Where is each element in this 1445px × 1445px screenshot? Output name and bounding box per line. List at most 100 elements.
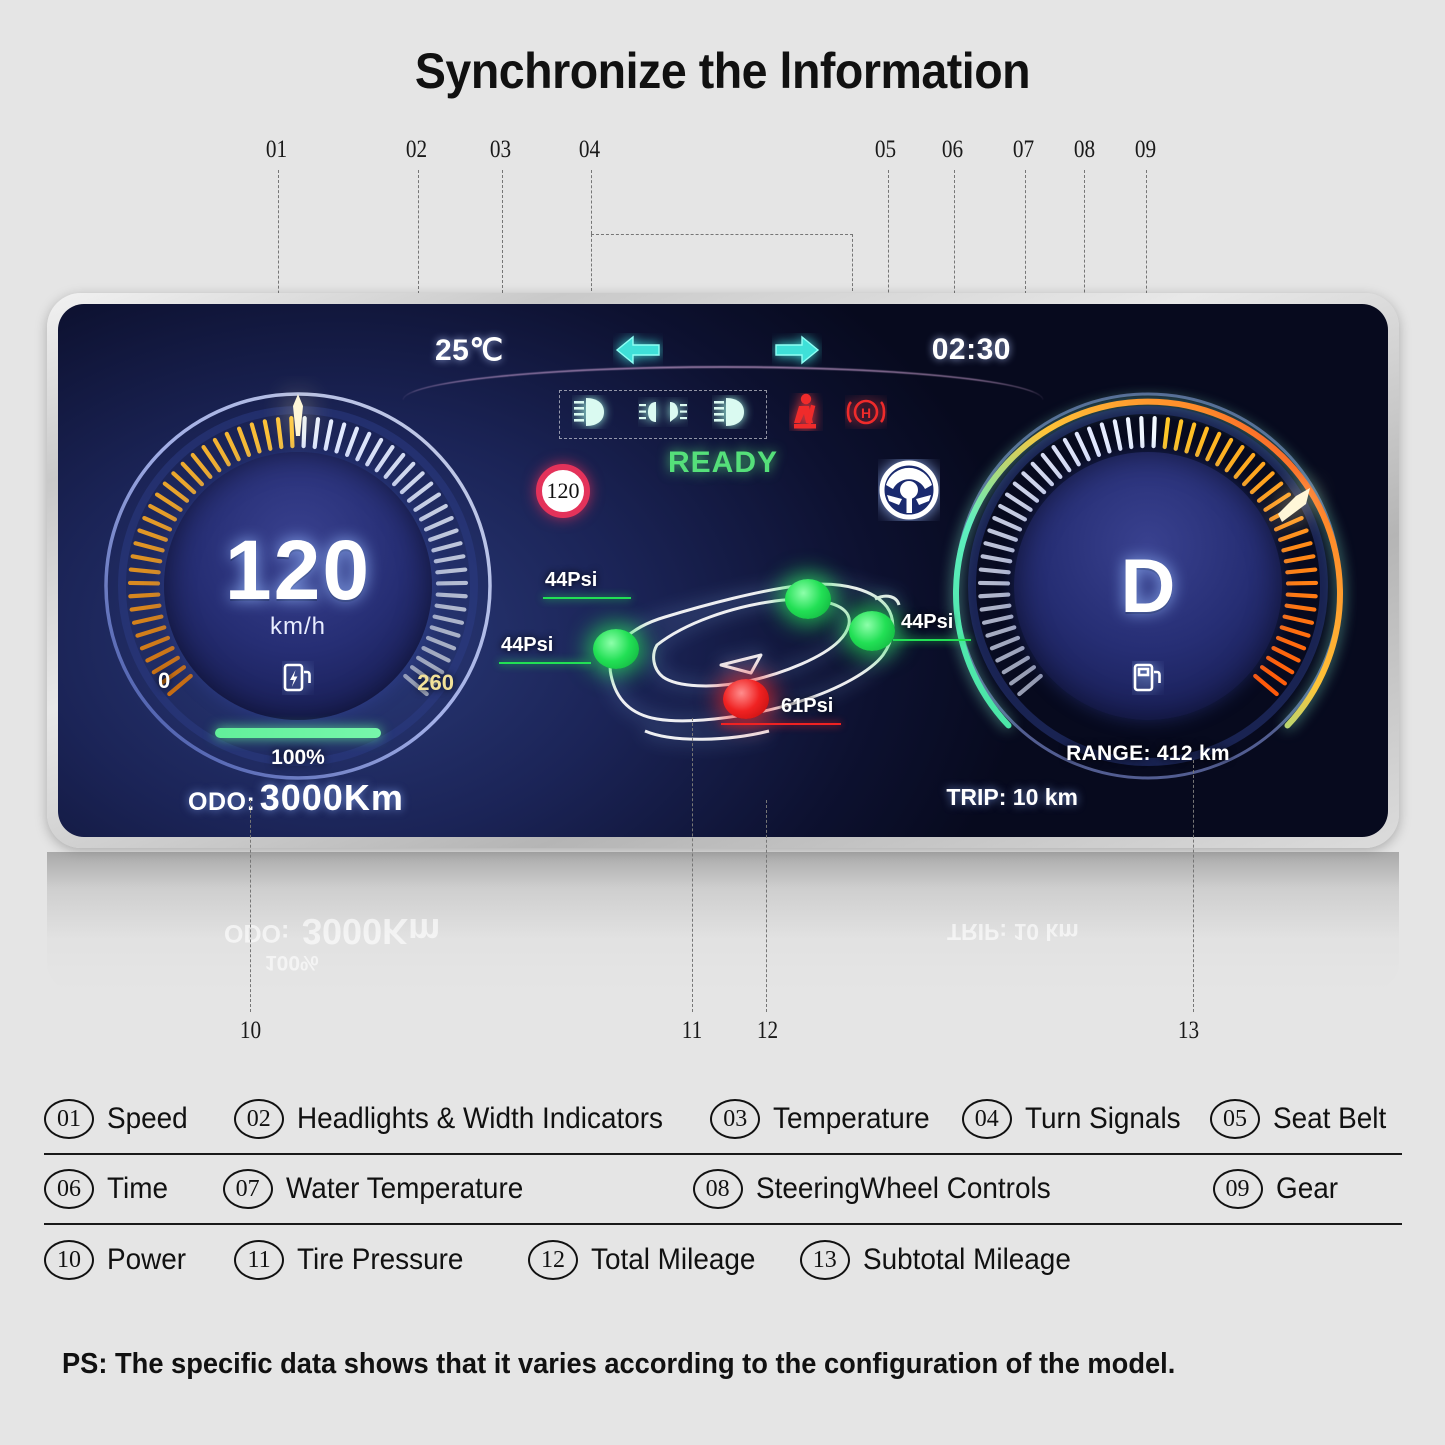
tire-psi-underline-rear-left <box>721 723 841 725</box>
cluster-screen: 25℃ 02:30 H READY 120 120 km/h 0 260 100… <box>58 304 1388 837</box>
legend-label-03: Temperature <box>773 1102 930 1135</box>
legend-item-04: 04 Turn Signals <box>961 1099 1192 1139</box>
legend-badge-08: 08 <box>692 1169 743 1209</box>
legend-badge-11: 11 <box>234 1240 285 1280</box>
parking-brake-icon: H <box>845 395 887 434</box>
callout-13: 13 <box>1177 1017 1200 1044</box>
odometer-value: 3000Km <box>259 777 404 818</box>
speedometer-gauge: 120 km/h 0 260 100% <box>88 376 508 796</box>
leader-line-12 <box>766 800 767 1012</box>
power-percent: 100% <box>271 746 325 769</box>
tire-psi-underline-rear-right <box>893 639 971 641</box>
tire-psi-front-left: 44Psi <box>501 634 554 656</box>
legend-label-01: Speed <box>107 1102 188 1135</box>
ps-footnote: PS: The specific data shows that it vari… <box>62 1348 1176 1380</box>
range-readout: RANGE: 412 km <box>1066 742 1230 765</box>
legend-label-07: Water Temperature <box>285 1172 523 1205</box>
legend-item-10: 10 Power <box>44 1240 192 1280</box>
leader-bracket-04 <box>591 234 853 235</box>
legend-label-09: Gear <box>1275 1172 1338 1205</box>
speed-unit: km/h <box>269 612 326 640</box>
legend-label-02: Headlights & Width Indicators <box>296 1102 663 1135</box>
legend-item-12: 12 Total Mileage <box>527 1240 768 1280</box>
legend-item-13: 13 Subtotal Mileage <box>799 1240 1086 1280</box>
legend-label-11: Tire Pressure <box>297 1243 464 1276</box>
reflection-power-percent: 100% <box>265 951 319 974</box>
tire-pressure-display: 44Psi 44Psi 44Psi 61Psi <box>499 549 971 779</box>
callout-07: 07 <box>1012 136 1035 163</box>
low-beam-headlight-icon <box>572 395 614 434</box>
speed-limit-sign: 120 <box>536 464 590 518</box>
tire-front-left <box>593 629 639 669</box>
leader-line-04 <box>591 170 592 234</box>
tire-rear-left <box>723 679 769 719</box>
callout-02: 02 <box>405 136 428 163</box>
legend-label-12: Total Mileage <box>590 1243 756 1276</box>
odometer: ODO: 3000Km <box>188 777 404 819</box>
speed-value: 120 <box>224 523 372 618</box>
leader-line-10 <box>250 800 251 1012</box>
top-info-bar: 25℃ 02:30 <box>423 324 1023 376</box>
legend-badge-09: 09 <box>1212 1169 1263 1209</box>
turn-signal-left-icon <box>613 333 663 367</box>
legend-badge-03: 03 <box>710 1099 761 1139</box>
svg-text:H: H <box>861 405 871 421</box>
legend-badge-12: 12 <box>527 1240 578 1280</box>
tire-psi-rear-left: 61Psi <box>781 695 834 717</box>
legend-badge-10: 10 <box>44 1240 94 1280</box>
fuel-pump-icon <box>1132 661 1164 700</box>
gear-value: D <box>1120 543 1176 629</box>
legend-label-06: Time <box>107 1172 168 1205</box>
callout-09: 09 <box>1134 136 1157 163</box>
callout-06: 06 <box>941 136 964 163</box>
legend-label-08: SteeringWheel Controls <box>755 1172 1051 1205</box>
width-indicator-light-icon <box>638 397 688 432</box>
legend-badge-01: 01 <box>44 1099 94 1139</box>
legend-badge-06: 06 <box>44 1169 94 1209</box>
seat-belt-warning-icon <box>789 393 823 436</box>
callout-12: 12 <box>756 1017 779 1044</box>
leader-line-11 <box>692 718 693 1012</box>
tire-rear-right <box>849 611 895 651</box>
odometer-label: ODO: <box>188 788 256 816</box>
legend-table: 01 Speed 02 Headlights & Width Indicator… <box>44 1085 1402 1295</box>
tire-front-right <box>785 579 831 619</box>
legend-badge-07: 07 <box>222 1169 273 1209</box>
clock-time: 02:30 <box>931 333 1011 366</box>
legend-label-05: Seat Belt <box>1273 1102 1387 1135</box>
legend-item-03: 03 Temperature <box>710 1099 941 1139</box>
legend-row-3: 10 Power 11 Tire Pressure 12 Total Milea… <box>44 1225 1402 1295</box>
page-title: Synchronize the lnformation <box>414 43 1031 99</box>
high-beam-headlight-icon <box>712 395 754 434</box>
turn-signal-right-icon <box>772 333 822 367</box>
reflection-odo-label: ODO: <box>224 919 290 947</box>
headlight-telltale-group <box>559 390 767 439</box>
callout-04: 04 <box>578 136 601 163</box>
legend-item-11: 11 Tire Pressure <box>234 1240 476 1280</box>
legend-badge-02: 02 <box>233 1099 284 1139</box>
callout-01: 01 <box>265 136 288 163</box>
callout-08: 08 <box>1073 136 1096 163</box>
legend-badge-05: 05 <box>1210 1099 1260 1139</box>
legend-label-13: Subtotal Mileage <box>862 1243 1071 1276</box>
tire-psi-front-right: 44Psi <box>545 569 598 591</box>
legend-item-09: 09 Gear <box>1212 1169 1343 1209</box>
ready-status-text: READY <box>667 446 779 479</box>
steering-wheel-controls-icon <box>878 459 940 521</box>
legend-item-06: 06 Time <box>44 1169 173 1209</box>
legend-item-08: 08 SteeringWheel Controls <box>692 1169 1073 1209</box>
telltale-row: H <box>559 390 887 439</box>
tire-psi-underline-front-right <box>543 597 631 599</box>
tire-psi-rear-right: 44Psi <box>901 611 954 633</box>
legend-label-04: Turn Signals <box>1024 1102 1181 1135</box>
trip-meter: TRIP: 10 km <box>946 784 1078 810</box>
ev-charging-icon <box>282 661 314 700</box>
reflection-trip: TRIP: 10 km <box>947 919 1079 945</box>
legend-row-1: 01 Speed 02 Headlights & Width Indicator… <box>44 1085 1402 1155</box>
speed-scale-min: 0 <box>158 668 171 693</box>
legend-item-01: 01 Speed <box>44 1099 194 1139</box>
leader-line-13 <box>1193 760 1194 1012</box>
legend-item-02: 02 Headlights & Width Indicators <box>233 1099 691 1139</box>
instrument-cluster-device: 25℃ 02:30 H READY 120 120 km/h 0 260 100… <box>47 293 1399 848</box>
legend-item-05: 05 Seat Belt <box>1210 1099 1395 1139</box>
